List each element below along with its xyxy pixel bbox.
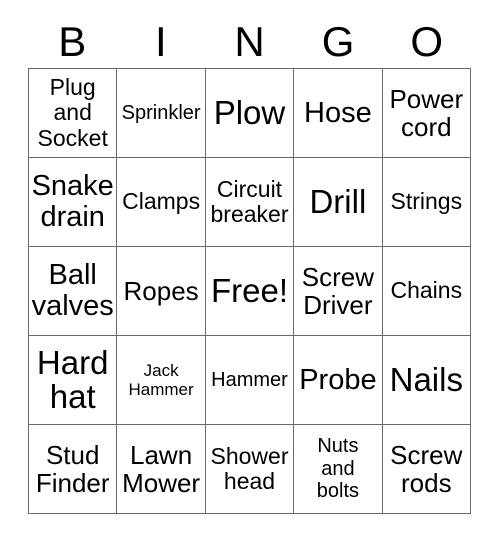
bingo-cell-label: Hammer xyxy=(211,368,288,391)
bingo-cell[interactable]: Nails xyxy=(382,336,471,425)
bingo-cell-label: Probe xyxy=(299,363,377,396)
bingo-cell-label: Jack Hammer xyxy=(128,360,194,399)
header-letter-i: I xyxy=(155,18,167,65)
bingo-cell[interactable]: Screw Driver xyxy=(294,247,383,336)
bingo-cell[interactable]: Chains xyxy=(382,247,471,336)
bingo-cell[interactable]: Lawn Mower xyxy=(117,425,206,514)
bingo-cell[interactable]: Strings xyxy=(382,158,471,247)
bingo-cell[interactable]: Screw rods xyxy=(382,425,471,514)
bingo-header: B I N G O xyxy=(28,16,471,68)
bingo-cell[interactable]: Snake drain xyxy=(29,158,118,247)
bingo-cell-label: Stud Finder xyxy=(35,439,110,498)
bingo-cell-label: Clamps xyxy=(122,188,201,215)
bingo-cell[interactable]: Hammer xyxy=(205,336,295,425)
bingo-cell[interactable]: Stud Finder xyxy=(29,425,118,514)
bingo-cell[interactable]: Nuts and bolts xyxy=(294,425,383,514)
bingo-cell[interactable]: Jack Hammer xyxy=(117,336,206,425)
bingo-cell-label: Screw Driver xyxy=(301,261,375,320)
bingo-card: B I N G O Plug and Socket Sprinkler Plow… xyxy=(0,0,500,544)
bingo-cell[interactable]: Plug and Socket xyxy=(29,69,118,158)
header-letter-n: N xyxy=(234,18,265,65)
bingo-cell[interactable]: Circuit breaker xyxy=(205,158,295,247)
bingo-cell[interactable]: Drill xyxy=(294,158,383,247)
bingo-cell-label: Snake drain xyxy=(31,170,114,233)
bingo-cell[interactable]: Hard hat xyxy=(29,336,118,425)
bingo-cell-label: Sprinkler xyxy=(121,101,201,124)
bingo-cell[interactable]: Ball valves xyxy=(29,247,118,336)
bingo-cell-label: Screw rods xyxy=(390,439,463,498)
bingo-cell[interactable]: Probe xyxy=(294,336,383,425)
bingo-cell-label: Nails xyxy=(389,360,463,398)
header-letter-g: G xyxy=(321,18,355,65)
bingo-cell[interactable]: Power cord xyxy=(382,69,471,158)
bingo-cell-label: Strings xyxy=(390,188,463,215)
bingo-cell-label: Plug and Socket xyxy=(37,74,108,151)
bingo-cell-label: Lawn Mower xyxy=(122,439,201,498)
bingo-grid: Plug and Socket Sprinkler Plow Hose Powe… xyxy=(28,68,471,514)
bingo-cell-label: Shower head xyxy=(210,442,289,494)
bingo-cell-label: Hard hat xyxy=(36,343,109,415)
bingo-cell[interactable]: Ropes xyxy=(117,247,206,336)
bingo-cell[interactable]: Sprinkler xyxy=(117,69,206,158)
bingo-cell[interactable]: Shower head xyxy=(205,425,295,514)
bingo-cell-label: Plow xyxy=(213,93,286,131)
bingo-cell-label: Nuts and bolts xyxy=(316,435,360,503)
bingo-cell-label: Ball valves xyxy=(31,259,114,322)
bingo-cell[interactable]: Clamps xyxy=(117,158,206,247)
bingo-cell-label: Chains xyxy=(390,277,463,304)
bingo-cell-label: Power cord xyxy=(389,83,464,142)
header-letter-o: O xyxy=(410,18,443,65)
bingo-cell-label: Drill xyxy=(309,182,367,220)
bingo-cell-label: Hose xyxy=(304,96,372,129)
bingo-cell-label: Free! xyxy=(210,271,288,309)
bingo-cell-label: Ropes xyxy=(123,275,199,306)
bingo-cell-label: Circuit breaker xyxy=(210,175,289,227)
bingo-cell[interactable]: Hose xyxy=(294,69,383,158)
bingo-cell[interactable]: Plow xyxy=(205,69,295,158)
bingo-cell-free[interactable]: Free! xyxy=(205,247,295,336)
header-letter-b: B xyxy=(58,18,87,65)
